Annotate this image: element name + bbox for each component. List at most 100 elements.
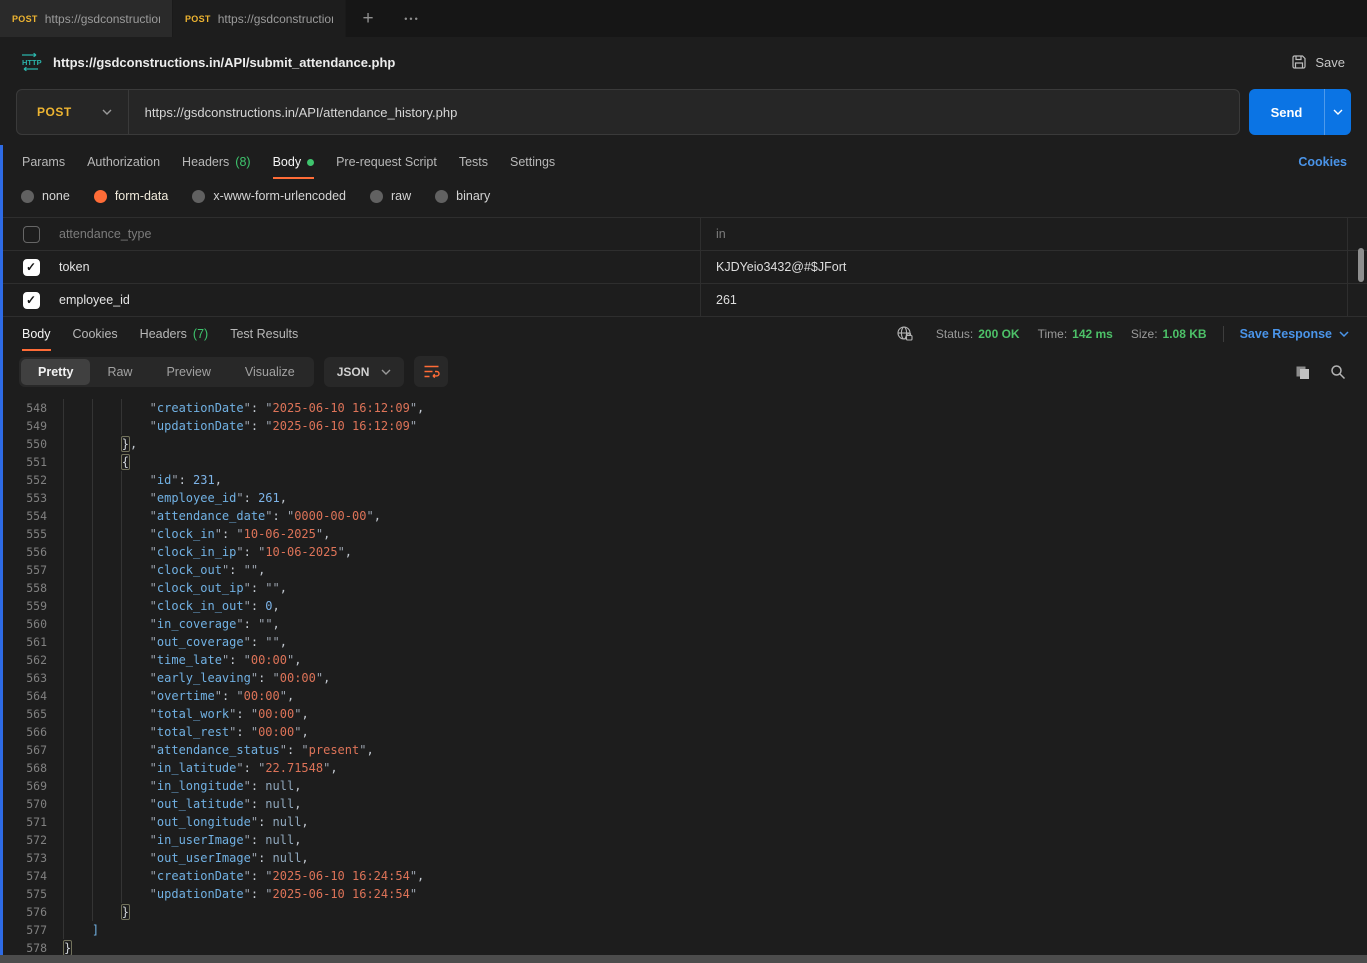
request-section-tabs: ParamsAuthorizationHeaders(8) Body Pre-req…: [3, 145, 1367, 179]
request-header: HTTP https://gsdconstructions.in/API/sub…: [0, 37, 1367, 87]
code-line: 555"clock_in": "10-06-2025",: [3, 525, 1367, 543]
response-tab-headers[interactable]: Headers(7): [129, 317, 220, 351]
response-tab-cookies[interactable]: Cookies: [62, 317, 129, 351]
line-content: {: [47, 453, 130, 471]
body-type-binary[interactable]: binary: [435, 189, 490, 203]
save-icon: [1291, 54, 1307, 70]
request-tab[interactable]: POSThttps://gsdconstructions: [0, 0, 173, 37]
tab-label: Headers: [140, 327, 187, 341]
line-number: 556: [3, 543, 47, 561]
search-icon[interactable]: [1325, 359, 1351, 385]
indent-guide: [63, 507, 92, 525]
url-box: POST https://gsdconstructions.in/API/att…: [16, 89, 1240, 135]
body-type-form-data[interactable]: form-data: [94, 189, 169, 203]
body-type-raw[interactable]: raw: [370, 189, 411, 203]
indent-guide: [63, 543, 92, 561]
line-number: 558: [3, 579, 47, 597]
indent-guide: [63, 597, 92, 615]
line-number: 554: [3, 507, 47, 525]
network-globe-icon[interactable]: [892, 321, 918, 347]
status-badge: Status: 200 OK: [936, 327, 1020, 341]
view-visualize[interactable]: Visualize: [228, 359, 312, 385]
vertical-scrollbar-thumb[interactable]: [1358, 248, 1364, 282]
copy-icon[interactable]: [1289, 359, 1315, 385]
method-select[interactable]: POST: [17, 90, 128, 134]
description-cell[interactable]: [1347, 218, 1367, 250]
cookies-link[interactable]: Cookies: [1298, 155, 1347, 169]
indent-guide: [63, 453, 92, 471]
indent-guide: [63, 777, 92, 795]
tab-pre-request-script[interactable]: Pre-request Script: [325, 145, 448, 179]
indent-guide: [121, 795, 150, 813]
value-cell[interactable]: in: [700, 218, 1347, 250]
radio-label: none: [42, 189, 70, 203]
line-number: 548: [3, 399, 47, 417]
indent-guide: [92, 435, 121, 453]
line-number: 568: [3, 759, 47, 777]
key-cell[interactable]: token: [59, 251, 700, 283]
tab-tests[interactable]: Tests: [448, 145, 499, 179]
tab-label: Pre-request Script: [336, 155, 437, 169]
response-view-switcher: PrettyRawPreviewVisualize: [19, 357, 314, 387]
send-button[interactable]: Send: [1249, 89, 1351, 135]
key-cell[interactable]: attendance_type: [59, 218, 700, 250]
indent-guide: [63, 759, 92, 777]
size-label: Size:: [1131, 327, 1158, 341]
tab-settings[interactable]: Settings: [499, 145, 566, 179]
view-preview[interactable]: Preview: [149, 359, 227, 385]
indent-guide: [63, 705, 92, 723]
indent-guide: [92, 795, 121, 813]
line-content: "clock_in_ip": "10-06-2025",: [47, 543, 352, 561]
key-cell[interactable]: employee_id: [59, 284, 700, 316]
url-input[interactable]: https://gsdconstructions.in/API/attendan…: [129, 105, 474, 120]
radio-icon: [370, 190, 383, 203]
tab-headers[interactable]: Headers(8): [171, 145, 262, 179]
tab-params[interactable]: Params: [11, 145, 76, 179]
indent-guide: [63, 903, 92, 921]
code-line: 573"out_userImage": null,: [3, 849, 1367, 867]
view-raw[interactable]: Raw: [90, 359, 149, 385]
tab-authorization[interactable]: Authorization: [76, 145, 171, 179]
line-content: "id": 231,: [47, 471, 222, 489]
indent-guide: [92, 543, 121, 561]
response-body-json[interactable]: 548"creationDate": "2025-06-10 16:12:09"…: [3, 395, 1367, 962]
indent-guide: [121, 831, 150, 849]
tab-label: Body: [22, 327, 51, 341]
body-type-x-www-form-urlencoded[interactable]: x-www-form-urlencoded: [192, 189, 346, 203]
url-builder-row: POST https://gsdconstructions.in/API/att…: [0, 87, 1367, 145]
send-options-chevron-icon[interactable]: [1324, 89, 1351, 135]
indent-guide: [63, 633, 92, 651]
tab-options-icon[interactable]: •••: [390, 0, 434, 37]
request-tab[interactable]: POSThttps://gsdconstructions: [173, 0, 346, 37]
row-checkbox[interactable]: ✓: [23, 259, 40, 276]
save-response-button[interactable]: Save Response: [1240, 327, 1349, 341]
code-line: 548"creationDate": "2025-06-10 16:12:09"…: [3, 399, 1367, 417]
tab-body[interactable]: Body: [262, 145, 326, 179]
indent-guide: [92, 813, 121, 831]
save-button[interactable]: Save: [1291, 54, 1349, 70]
description-cell[interactable]: [1347, 284, 1367, 316]
line-content: "clock_in_out": 0,: [47, 597, 280, 615]
tab-label: Headers: [182, 155, 229, 169]
value-cell[interactable]: 261: [700, 284, 1347, 316]
indent-guide: [92, 579, 121, 597]
code-line: 572"in_userImage": null,: [3, 831, 1367, 849]
response-tab-body[interactable]: Body: [11, 317, 62, 351]
horizontal-scrollbar[interactable]: [0, 955, 1367, 963]
new-tab-button[interactable]: +: [346, 0, 390, 37]
row-checkbox[interactable]: ✓: [23, 292, 40, 309]
view-pretty[interactable]: Pretty: [21, 359, 90, 385]
line-content: "out_coverage": "",: [47, 633, 287, 651]
row-checkbox[interactable]: [23, 226, 40, 243]
body-type-none[interactable]: none: [21, 189, 70, 203]
description-cell[interactable]: [1347, 251, 1367, 283]
line-content: "clock_out": "",: [47, 561, 265, 579]
line-number: 575: [3, 885, 47, 903]
wrap-lines-button[interactable]: [414, 356, 448, 387]
indent-guide: [92, 849, 121, 867]
tab-label: Body: [273, 155, 302, 169]
format-select[interactable]: JSON: [324, 357, 405, 387]
value-cell[interactable]: KJDYeio3432@#$JFort: [700, 251, 1347, 283]
response-tab-test-results[interactable]: Test Results: [219, 317, 309, 351]
indent-guide: [121, 615, 150, 633]
